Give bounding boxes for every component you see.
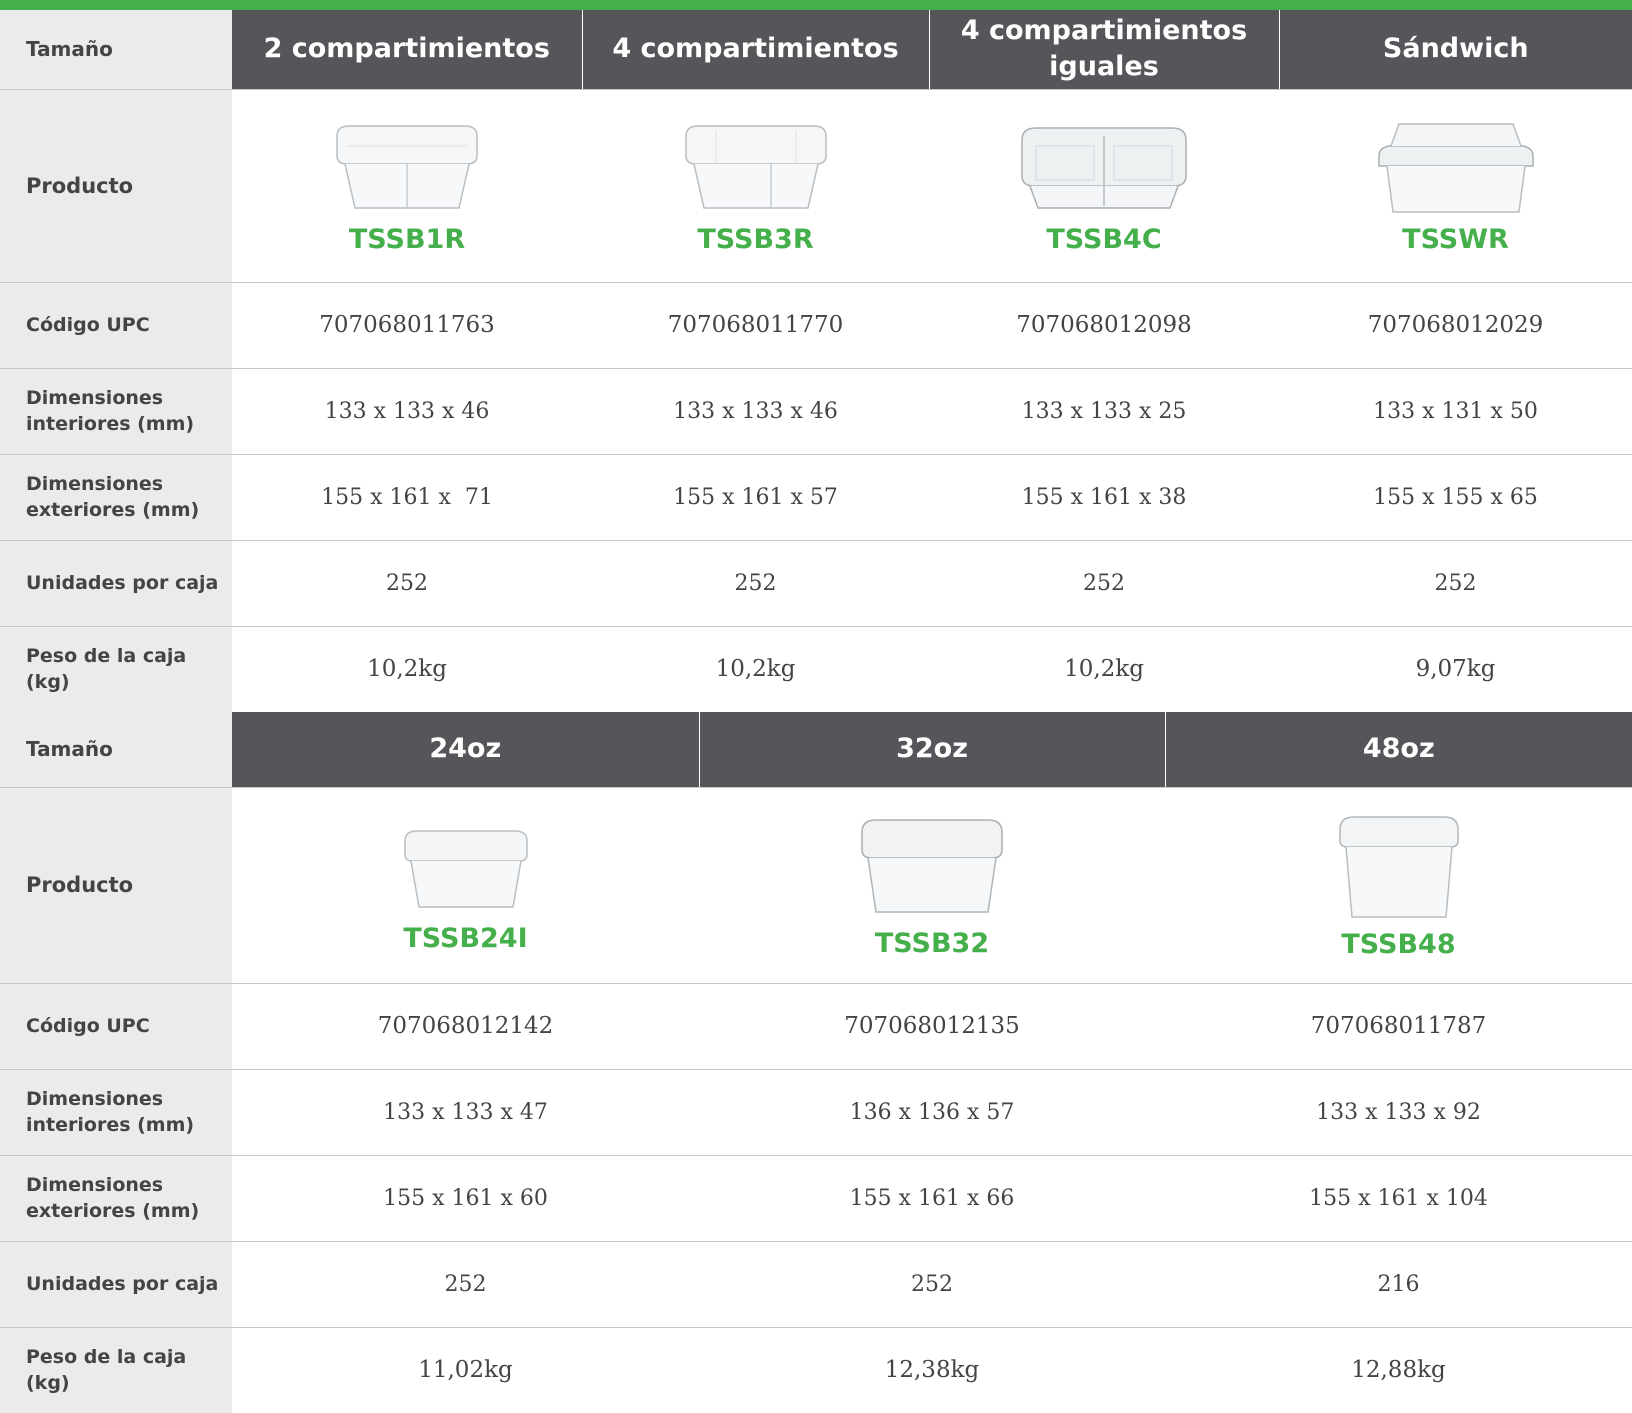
exterior-value: 155 x 161 x 57 — [582, 454, 929, 541]
size-header: 2 compartimientos — [232, 10, 582, 90]
product-cell: TSSB1R — [232, 89, 582, 283]
product-sku: TSSB4C — [1046, 223, 1162, 255]
product-cell: TSSB3R — [582, 89, 929, 283]
units-label: Unidades por caja — [0, 540, 232, 627]
interior-value: 133 x 133 x 47 — [232, 1069, 699, 1156]
interior-value: 133 x 133 x 25 — [929, 368, 1279, 455]
upc-row: Código UPC 707068011763 707068011770 707… — [0, 282, 1632, 369]
weight-value: 10,2kg — [929, 626, 1279, 713]
units-value: 252 — [929, 540, 1279, 627]
product-cell: TSSB32 — [699, 787, 1165, 984]
units-row: Unidades por caja 252 252 216 — [0, 1241, 1632, 1328]
interior-value: 133 x 133 x 92 — [1165, 1069, 1632, 1156]
interior-value: 133 x 131 x 50 — [1279, 368, 1632, 455]
interior-value: 133 x 133 x 46 — [582, 368, 929, 455]
weight-row: Peso de la caja (kg) 10,2kg 10,2kg 10,2k… — [0, 626, 1632, 713]
product-row: Producto TSSB1R TSSB3R TSSB4C TSSWR — [0, 89, 1632, 283]
product-sku: TSSB3R — [697, 223, 814, 255]
spec-table-1: Tamaño 2 compartimientos 4 compartimient… — [0, 10, 1632, 713]
product-sku: TSSB1R — [348, 223, 466, 255]
four-compartment-container-icon — [684, 124, 827, 209]
exterior-row: Dimensiones exteriores (mm) 155 x 161 x … — [0, 454, 1632, 541]
interior-value: 133 x 133 x 46 — [232, 368, 582, 455]
two-compartment-container-icon — [336, 124, 478, 209]
spec-table-2: Tamaño 24oz 32oz 48oz Producto TSSB24I T… — [0, 712, 1632, 1413]
upc-value: 707068012142 — [232, 983, 699, 1070]
upc-row: Código UPC 707068012142 707068012135 707… — [0, 983, 1632, 1070]
units-value: 252 — [1279, 540, 1632, 627]
size-header: 24oz — [232, 712, 699, 788]
units-label: Unidades por caja — [0, 1241, 232, 1328]
units-value: 252 — [232, 540, 582, 627]
weight-value: 10,2kg — [582, 626, 929, 713]
product-label: Producto — [0, 787, 232, 984]
weight-value: 11,02kg — [418, 1357, 513, 1384]
exterior-label: Dimensiones exteriores (mm) — [0, 1155, 232, 1242]
weight-value: 12,88kg — [1351, 1357, 1446, 1384]
size-row: Tamaño 24oz 32oz 48oz — [0, 712, 1632, 788]
upc-label: Código UPC — [0, 282, 232, 369]
exterior-value: 155 x 161 x 71 — [232, 454, 582, 541]
upc-value: 707068012098 — [929, 282, 1279, 369]
four-equal-compartment-container-icon — [1021, 126, 1187, 209]
exterior-value: 155 x 161 x 104 — [1165, 1155, 1632, 1242]
size-header: 32oz — [698, 712, 1165, 788]
exterior-value: 155 x 155 x 65 — [1279, 454, 1632, 541]
weight-label: Peso de la caja (kg) — [0, 1327, 232, 1413]
product-sku: TSSB24I — [403, 923, 528, 954]
interior-label: Dimensiones interiores (mm) — [0, 368, 232, 455]
product-sku: TSSWR — [1402, 223, 1509, 255]
upc-label: Código UPC — [0, 983, 232, 1070]
size-label: Tamaño — [0, 10, 232, 90]
top-accent-bar — [0, 0, 1632, 10]
weight-row: Peso de la caja (kg) 11,02kg 12,38kg 12,… — [0, 1327, 1632, 1413]
units-value: 252 — [582, 540, 929, 627]
product-cell: TSSB48 — [1165, 787, 1632, 984]
exterior-row: Dimensiones exteriores (mm) 155 x 161 x … — [0, 1155, 1632, 1242]
exterior-value: 155 x 161 x 60 — [232, 1155, 699, 1242]
exterior-value: 155 x 161 x 66 — [699, 1155, 1165, 1242]
exterior-label: Dimensiones exteriores (mm) — [0, 454, 232, 541]
units-value: 216 — [1165, 1241, 1632, 1328]
product-cell: TSSWR — [1279, 89, 1632, 283]
size-row: Tamaño 2 compartimientos 4 compartimient… — [0, 10, 1632, 90]
size-header: 48oz — [1164, 712, 1632, 788]
24oz-container-icon — [403, 830, 528, 908]
product-row: Producto TSSB24I TSSB32 TSSB48 — [0, 787, 1632, 984]
units-value: 252 — [699, 1241, 1165, 1328]
upc-value: 707068011787 — [1165, 983, 1632, 1070]
product-sku: TSSB48 — [1341, 929, 1456, 960]
exterior-value: 155 x 161 x 38 — [929, 454, 1279, 541]
upc-value: 707068011763 — [232, 282, 582, 369]
weight-value: 9,07kg — [1279, 626, 1632, 713]
product-cell: TSSB4C — [929, 89, 1279, 283]
product-cell: TSSB24I — [232, 787, 699, 984]
weight-label: Peso de la caja (kg) — [0, 626, 232, 713]
units-value: 252 — [232, 1241, 699, 1328]
product-label: Producto — [0, 89, 232, 283]
size-header: 4 compartimientos — [581, 10, 929, 90]
sandwich-container-icon — [1377, 122, 1534, 213]
interior-row: Dimensiones interiores (mm) 133 x 133 x … — [0, 1069, 1632, 1156]
interior-value: 136 x 136 x 57 — [699, 1069, 1165, 1156]
interior-label: Dimensiones interiores (mm) — [0, 1069, 232, 1156]
size-label: Tamaño — [0, 712, 232, 788]
upc-value: 707068012135 — [699, 983, 1165, 1070]
48oz-container-icon — [1338, 816, 1459, 918]
interior-row: Dimensiones interiores (mm) 133 x 133 x … — [0, 368, 1632, 455]
units-row: Unidades por caja 252 252 252 252 — [0, 540, 1632, 627]
size-header: Sándwich — [1278, 10, 1632, 90]
weight-value: 12,38kg — [884, 1357, 980, 1384]
upc-value: 707068012029 — [1279, 282, 1632, 369]
product-sku: TSSB32 — [874, 928, 990, 959]
upc-value: 707068011770 — [582, 282, 929, 369]
weight-value: 10,2kg — [232, 626, 582, 713]
32oz-container-icon — [861, 819, 1003, 913]
size-header: 4 compartimientos iguales — [928, 10, 1279, 90]
